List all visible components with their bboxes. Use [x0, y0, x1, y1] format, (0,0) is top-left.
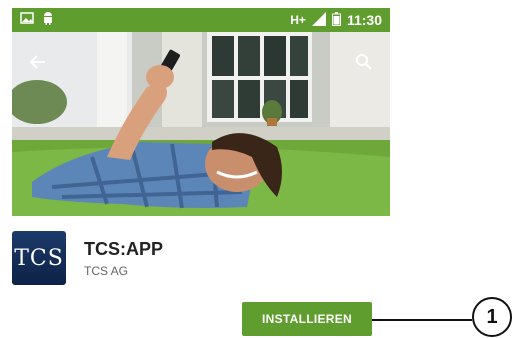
status-bar: H+ 11:30 — [12, 8, 390, 32]
callout-marker: 1 — [472, 297, 512, 337]
app-developer[interactable]: TCS AG — [84, 264, 163, 278]
app-icon-text: TCS — [14, 245, 64, 271]
signal-icon — [311, 11, 326, 29]
android-icon — [42, 11, 54, 30]
clock: 11:30 — [346, 12, 382, 28]
battery-icon — [331, 11, 341, 29]
hero-photo — [12, 32, 390, 216]
app-info: TCS TCS:APP TCS AG — [12, 228, 163, 288]
hero-image — [12, 32, 390, 216]
app-title: TCS:APP — [84, 238, 164, 259]
arrow-left-icon — [29, 53, 47, 71]
callout-number: 1 — [486, 305, 498, 328]
app-text: TCS:APP TCS AG — [84, 239, 163, 278]
image-icon — [20, 11, 34, 29]
app-icon: TCS — [12, 231, 66, 285]
back-button[interactable] — [20, 44, 56, 80]
network-type: H+ — [290, 13, 306, 27]
callout-line — [372, 319, 472, 321]
search-button[interactable] — [346, 44, 382, 80]
search-icon — [355, 53, 373, 71]
install-button[interactable]: INSTALLIEREN — [242, 302, 372, 336]
